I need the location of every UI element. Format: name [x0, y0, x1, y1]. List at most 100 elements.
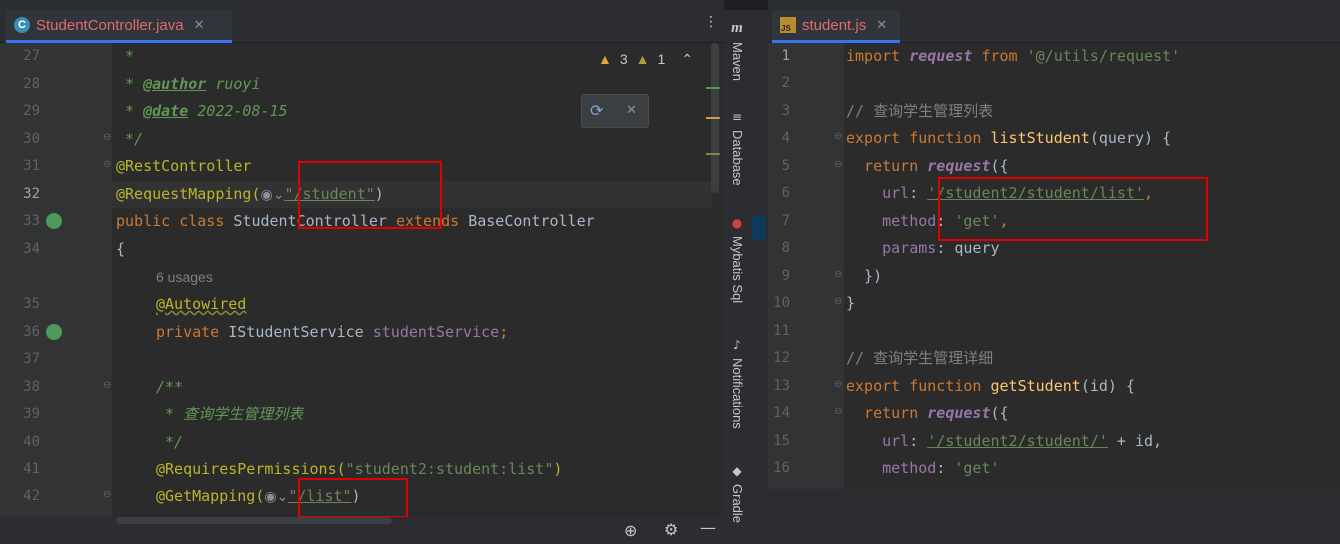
- globe-icon: ◉⌄: [264, 488, 289, 504]
- left-tab-bar: C StudentController.java ✕ ⋮: [0, 0, 724, 43]
- js-editor[interactable]: 1 2 3 4 5 6 7 8 9 10 11 12 13 14 15 16 ⊖…: [768, 43, 1340, 489]
- reload-icon[interactable]: ⟳: [590, 101, 603, 120]
- maven-icon[interactable]: m: [730, 20, 744, 36]
- database-tool-button[interactable]: Database: [730, 130, 745, 186]
- js-line-16: method: 'get': [846, 459, 1000, 477]
- selection-marker: [752, 216, 766, 240]
- js-line-3: // 查询学生管理列表: [846, 102, 994, 120]
- gear-icon[interactable]: ⚙: [664, 520, 678, 539]
- weak-warning-count: 1: [657, 51, 666, 67]
- line-number: 34: [23, 241, 40, 257]
- code-line-36: private IStudentService studentService;: [156, 323, 509, 341]
- js-line-15: url: '/student2/student/' + id,: [846, 432, 1163, 450]
- code-line-35: @Autowired: [156, 295, 247, 313]
- line-number: 3: [781, 103, 790, 119]
- js-line-13: export function getStudent(id) {: [846, 377, 1135, 395]
- line-number: 2: [781, 75, 790, 91]
- js-file-icon: JS: [780, 17, 796, 33]
- fold-icon[interactable]: ⊖: [103, 489, 111, 500]
- line-number: 35: [23, 296, 40, 312]
- maven-reload-popup[interactable]: ⟳ ✕: [581, 94, 649, 128]
- line-number: 41: [23, 461, 40, 477]
- tab-label: StudentController.java: [36, 16, 184, 34]
- close-icon[interactable]: ✕: [194, 18, 205, 33]
- inspection-widget[interactable]: ▲3 ▲1 ⌃ ⌄: [598, 51, 721, 68]
- code-line-31: @RestController: [116, 157, 252, 175]
- js-line-4: export function listStudent(query) {: [846, 129, 1172, 147]
- bell-icon[interactable]: ♪: [730, 338, 744, 352]
- fold-icon[interactable]: ⊖: [834, 406, 842, 417]
- marker: [706, 117, 720, 119]
- usages-hint[interactable]: 6 usages: [156, 264, 213, 291]
- code-line-39: * 查询学生管理列表: [156, 405, 304, 423]
- maven-tool-button[interactable]: Maven: [730, 42, 745, 81]
- highlight-box: [298, 478, 408, 517]
- fold-icon[interactable]: ⊖: [103, 159, 111, 170]
- left-bottom-bar: ⊕ ⚙ —: [0, 517, 724, 544]
- line-number: 12: [773, 350, 790, 366]
- line-number: 42: [23, 488, 40, 504]
- line-number: 27: [23, 48, 40, 64]
- gradle-tool-button[interactable]: Gradle: [730, 484, 745, 523]
- line-number: 32: [23, 186, 40, 202]
- java-class-icon: C: [14, 17, 30, 33]
- line-number: 33: [23, 213, 40, 229]
- line-number: 36: [23, 324, 40, 340]
- line-number: 4: [781, 130, 790, 146]
- highlight-box: [298, 161, 442, 229]
- mybatis-icon[interactable]: ●: [730, 216, 744, 230]
- warning-count: 3: [619, 51, 628, 67]
- fold-icon[interactable]: ⊖: [103, 380, 111, 391]
- close-icon[interactable]: ✕: [876, 18, 887, 33]
- gradle-icon[interactable]: ◆: [730, 464, 744, 478]
- right-tool-sidebar: m Maven ≡ Database ● Mybatis Sql ♪ Notif…: [724, 10, 750, 544]
- tab-label: student.js: [802, 16, 867, 34]
- tab-student-js[interactable]: JS student.js ✕: [772, 10, 900, 43]
- line-number: 7: [781, 213, 790, 229]
- line-number: 38: [23, 379, 40, 395]
- code-line-29: * @date 2022-08-15: [116, 102, 288, 120]
- tab-student-controller-java[interactable]: C StudentController.java ✕: [6, 10, 232, 43]
- fold-icon[interactable]: ⊖: [834, 379, 842, 390]
- fold-icon[interactable]: ⊖: [834, 131, 842, 142]
- line-number: 16: [773, 460, 790, 476]
- line-number: 8: [781, 240, 790, 256]
- marker: [706, 87, 720, 89]
- spring-bean-icon[interactable]: [46, 324, 62, 340]
- spring-bean-icon[interactable]: [46, 213, 62, 229]
- fold-icon[interactable]: ⊖: [834, 269, 842, 280]
- more-vertical-icon[interactable]: ⋮: [704, 14, 718, 30]
- chevron-up-icon[interactable]: ⌃: [681, 51, 693, 68]
- line-number: 6: [781, 185, 790, 201]
- java-editor[interactable]: 27 28 29 30 31 32 33 34 35 36 37 38 39 4…: [0, 43, 724, 517]
- marker: [706, 153, 720, 155]
- line-number: 14: [773, 405, 790, 421]
- code-line-34: {: [116, 240, 126, 258]
- minimize-icon[interactable]: —: [700, 518, 716, 537]
- close-icon[interactable]: ✕: [626, 103, 637, 118]
- line-number: 1: [781, 48, 790, 64]
- js-line-12: // 查询学生管理详细: [846, 349, 994, 367]
- js-line-5: return request({: [846, 157, 1009, 175]
- mybatis-sql-tool-button[interactable]: Mybatis Sql: [730, 236, 745, 303]
- highlight-box: [938, 177, 1208, 241]
- line-number: 5: [781, 158, 790, 174]
- target-icon[interactable]: ⊕: [624, 521, 637, 540]
- weak-warning-icon: ▲: [635, 51, 650, 67]
- line-number: 10: [773, 295, 790, 311]
- pane-divider[interactable]: [750, 10, 768, 544]
- line-number: 40: [23, 434, 40, 450]
- right-empty-area: [768, 489, 1340, 544]
- fold-icon[interactable]: ⊖: [834, 159, 842, 170]
- line-number: 31: [23, 158, 40, 174]
- js-line-10: }: [846, 294, 856, 312]
- notifications-tool-button[interactable]: Notifications: [730, 358, 745, 429]
- line-number: 11: [773, 323, 790, 339]
- js-line-9: }): [846, 267, 883, 285]
- fold-icon[interactable]: ⊖: [834, 296, 842, 307]
- fold-icon[interactable]: ⊖: [103, 132, 111, 143]
- database-icon[interactable]: ≡: [730, 110, 744, 124]
- horizontal-scrollbar[interactable]: [116, 517, 392, 524]
- line-number: 30: [23, 131, 40, 147]
- line-number: 39: [23, 406, 40, 422]
